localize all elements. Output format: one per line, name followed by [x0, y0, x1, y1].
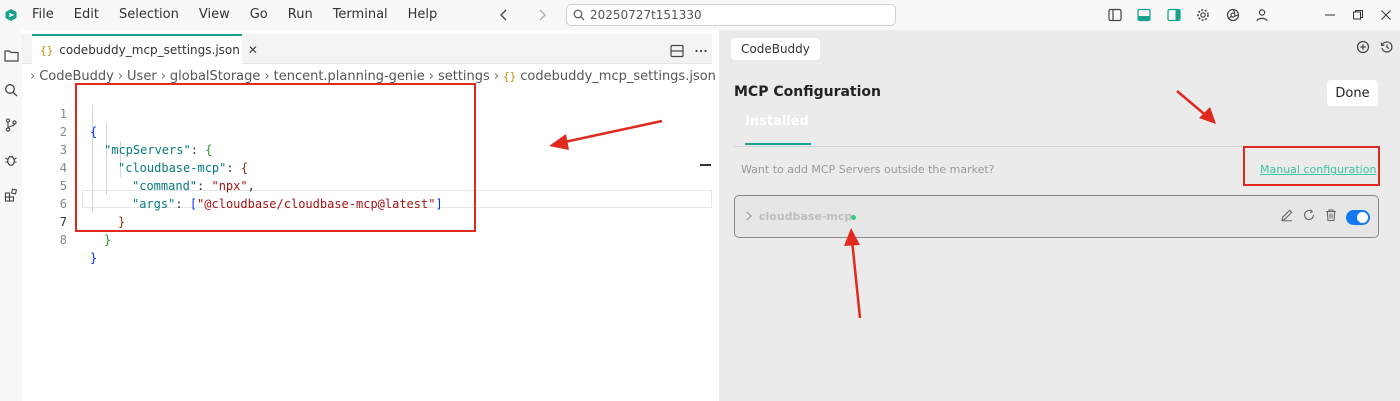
chevron-right-icon[interactable] — [745, 210, 753, 225]
menu-run[interactable]: Run — [278, 0, 323, 30]
toggle-primary-sidebar-icon[interactable] — [1100, 0, 1130, 30]
server-status-dot — [851, 215, 856, 220]
server-name: cloudbase-mcp — [759, 210, 853, 223]
extensions-icon[interactable] — [2, 186, 20, 204]
code-line: 7 } — [59, 215, 112, 247]
tab-installed[interactable]: Installed — [745, 114, 809, 129]
menu-terminal[interactable]: Terminal — [323, 0, 398, 30]
tab-label: codebuddy_mcp_settings.json — [59, 43, 240, 57]
source-control-icon[interactable] — [2, 116, 20, 134]
active-tab-indicator — [745, 143, 811, 145]
title-bar: File Edit Selection View Go Run Terminal… — [0, 0, 1400, 30]
editor-area: {} codebuddy_mcp_settings.json ✕ › CodeB… — [22, 30, 742, 401]
breadcrumb-item[interactable]: settings — [438, 69, 490, 84]
settings-gear-icon[interactable] — [1189, 0, 1219, 30]
forward-arrow-icon[interactable] — [532, 5, 552, 25]
search-icon — [573, 9, 585, 21]
layout-controls — [1100, 0, 1277, 30]
menu-edit[interactable]: Edit — [64, 0, 109, 30]
json-file-icon: {} — [40, 43, 54, 57]
menu-selection[interactable]: Selection — [109, 0, 189, 30]
codebuddy-panel: CodeBuddy MCP Configuration Done Install… — [719, 30, 1400, 401]
editor-tab-bar: {} codebuddy_mcp_settings.json ✕ — [22, 34, 712, 64]
breadcrumb-item[interactable]: CodeBuddy — [39, 69, 114, 84]
run-debug-icon[interactable] — [2, 151, 20, 169]
mcp-server-card[interactable]: cloudbase-mcp — [734, 195, 1379, 238]
code-line: 6 } — [59, 197, 126, 229]
activity-bar — [0, 30, 22, 401]
panel-tab-codebuddy[interactable]: CodeBuddy — [731, 38, 820, 60]
codebuddy-logo-icon — [5, 9, 17, 21]
command-search-box[interactable]: 20250727t151330 — [566, 4, 896, 26]
overview-ruler-mark — [700, 164, 711, 166]
breadcrumb: › CodeBuddy › User › globalStorage › ten… — [30, 67, 746, 85]
minimize-icon[interactable] — [1316, 0, 1344, 30]
page-title: MCP Configuration — [734, 84, 881, 100]
split-editor-icon[interactable] — [670, 44, 684, 62]
divider — [734, 146, 1378, 147]
toggle-panel-icon[interactable] — [1130, 0, 1160, 30]
menu-go[interactable]: Go — [240, 0, 278, 30]
code-line: 1 { — [59, 107, 98, 139]
server-enable-toggle[interactable] — [1346, 209, 1370, 225]
menu-file[interactable]: File — [22, 0, 64, 30]
breadcrumb-item[interactable]: codebuddy_mcp_settings.json — [520, 69, 716, 84]
menu-help[interactable]: Help — [398, 0, 448, 30]
panel-actions — [1356, 40, 1394, 58]
code-editor[interactable]: 1 { 2 "mcpServers": { 3 "cloudbase-mcp":… — [22, 87, 712, 265]
json-file-icon: {} — [503, 69, 517, 83]
account-icon[interactable] — [1248, 0, 1278, 30]
history-icon[interactable] — [1380, 40, 1394, 58]
navigation-arrows — [494, 0, 552, 30]
back-arrow-icon[interactable] — [494, 5, 514, 25]
close-window-icon[interactable] — [1372, 0, 1400, 30]
restore-icon[interactable] — [1344, 0, 1372, 30]
code-line: 2 "mcpServers": { — [59, 125, 213, 157]
menu-bar: File Edit Selection View Go Run Terminal… — [22, 0, 447, 30]
code-line: 4 "command": "npx", — [59, 161, 255, 193]
refresh-icon[interactable] — [1302, 208, 1316, 226]
edit-icon[interactable] — [1280, 208, 1294, 226]
close-tab-icon[interactable]: ✕ — [248, 43, 258, 57]
manual-config-hint: Want to add MCP Servers outside the mark… — [741, 163, 995, 176]
tab-codebuddy-mcp-settings[interactable]: {} codebuddy_mcp_settings.json ✕ — [32, 34, 258, 64]
search-value: 20250727t151330 — [590, 8, 702, 22]
breadcrumb-item[interactable]: tencent.planning-genie — [274, 69, 425, 84]
server-actions — [1280, 208, 1370, 226]
explorer-icon[interactable] — [2, 46, 20, 64]
code-line: 3 "cloudbase-mcp": { — [59, 143, 249, 175]
done-button[interactable]: Done — [1327, 80, 1378, 106]
new-chat-icon[interactable] — [1356, 40, 1370, 58]
breadcrumb-item[interactable]: User — [127, 69, 157, 84]
search-view-icon[interactable] — [2, 81, 20, 99]
code-line: 8 } — [59, 233, 98, 265]
toggle-secondary-sidebar-icon[interactable] — [1159, 0, 1189, 30]
manual-configuration-link[interactable]: Manual configuration — [1260, 163, 1376, 176]
window-controls — [1316, 0, 1400, 30]
more-actions-icon[interactable] — [694, 44, 708, 62]
menu-view[interactable]: View — [189, 0, 240, 30]
breadcrumb-item[interactable]: globalStorage — [170, 69, 261, 84]
code-line: 5 "args": ["@cloudbase/cloudbase-mcp@lat… — [59, 179, 443, 211]
browser-icon[interactable] — [1218, 0, 1248, 30]
editor-actions — [670, 38, 708, 68]
delete-icon[interactable] — [1324, 208, 1338, 226]
